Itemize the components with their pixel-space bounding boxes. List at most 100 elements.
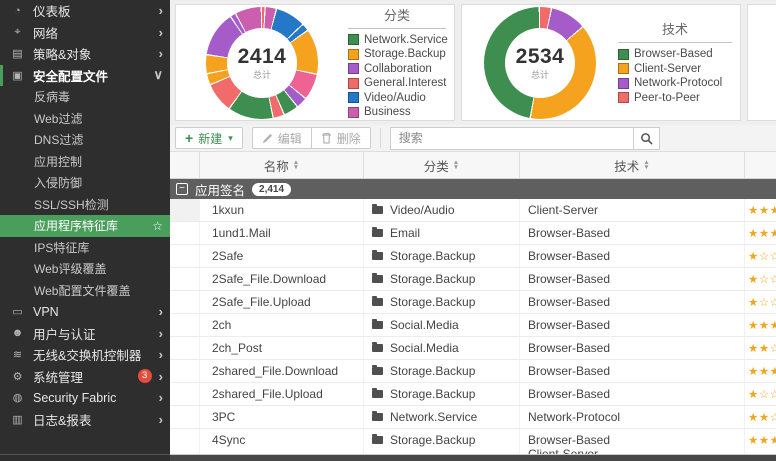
legend-swatch <box>618 92 629 103</box>
sidebar-item--[interactable]: ⌖ 网络 › <box>0 22 170 44</box>
legend-item: Browser-Based <box>618 48 732 60</box>
row-indent-cell <box>170 337 200 359</box>
notification-badge: 3 <box>138 369 152 383</box>
row-indent-cell <box>170 314 200 336</box>
category-cell: Social.Media <box>364 314 520 336</box>
sidebar-item-ssl-ssh-[interactable]: SSL/SSH检测 <box>0 194 170 216</box>
chevron-right-icon: › <box>159 25 163 40</box>
legend-item: Network.Service <box>348 34 446 46</box>
category-cell: Network.Service <box>364 406 520 428</box>
popularity-stars: ★☆☆ <box>745 268 776 290</box>
technology-chart-panel: 2534 总计 技术 Browser-Based Client-Server N… <box>461 4 741 121</box>
table-row[interactable]: 1und1.Mail Email Browser-Based ★★★ <box>170 222 776 245</box>
sidebar-item--[interactable]: ▥ 日志&报表 › <box>0 409 170 431</box>
header-category[interactable]: 分类 ▲▼ <box>364 152 520 178</box>
delete-button[interactable]: 删除 <box>311 127 371 149</box>
legend-item: General.Interest <box>348 77 446 89</box>
legend-label: Network.Service <box>364 34 448 46</box>
category-label: Storage.Backup <box>390 433 475 447</box>
folder-icon <box>372 275 383 283</box>
sidebar-item--[interactable]: 应用控制 <box>0 151 170 173</box>
sidebar-item-vpn[interactable]: ▭ VPN › <box>0 301 170 323</box>
folder-icon <box>372 206 383 214</box>
sidebar-item--[interactable]: ◔ 仪表板 › <box>0 0 170 22</box>
category-label: Network.Service <box>390 410 477 424</box>
sidebar-item-web-[interactable]: Web配置文件覆盖 <box>0 280 170 302</box>
app-name: 3PC <box>200 406 364 428</box>
table-row[interactable]: 2Safe Storage.Backup Browser-Based ★☆☆ <box>170 245 776 268</box>
search-input[interactable] <box>390 127 634 150</box>
sort-icon: ▲▼ <box>643 160 649 170</box>
technology-total-label: 总计 <box>531 68 549 81</box>
legend-label: Storage.Backup <box>364 48 446 60</box>
search-button[interactable] <box>633 127 660 150</box>
sidebar-item--[interactable]: ☻ 用户与认证 › <box>0 323 170 345</box>
app-name: 2Safe_File.Upload <box>200 291 364 313</box>
chevron-right-icon: › <box>159 369 163 384</box>
legend-swatch <box>348 49 359 60</box>
table-row[interactable]: 2ch_Post Social.Media Browser-Based ★★☆ <box>170 337 776 360</box>
popularity-stars: ★★★ <box>745 360 776 382</box>
header-technology[interactable]: 技术 ▲▼ <box>520 152 745 178</box>
sidebar-nav: ◔ 仪表板 › ⌖ 网络 › ▤ 策略&对象 › ▣ 安全配置文件 ∨ 反病毒 … <box>0 0 170 461</box>
table-row[interactable]: 2shared_File.Upload Storage.Backup Brows… <box>170 383 776 406</box>
bottom-status-bar <box>170 454 776 461</box>
header-name[interactable]: 名称 ▲▼ <box>200 152 364 178</box>
collapse-icon[interactable]: − <box>176 183 188 195</box>
edit-button[interactable]: 编辑 <box>252 127 311 149</box>
legend-label: Collaboration <box>364 63 432 75</box>
sidebar-item--[interactable]: ▣ 安全配置文件 ∨ <box>0 65 170 87</box>
legend-label: General.Interest <box>364 77 446 89</box>
legend-swatch <box>348 107 359 118</box>
sidebar-item--[interactable]: ≋ 无线&交换机控制器 › <box>0 344 170 366</box>
sidebar-item--[interactable]: 入侵防御 <box>0 172 170 194</box>
technology-cell: Browser-Based <box>520 291 745 313</box>
folder-icon <box>372 413 383 421</box>
category-total-label: 总计 <box>253 68 271 81</box>
sidebar-item--[interactable]: ⚙ 系统管理 3› <box>0 366 170 388</box>
table-row[interactable]: 2ch Social.Media Browser-Based ★★★ <box>170 314 776 337</box>
technology-total: 2534 <box>516 45 565 69</box>
sidebar-item--[interactable]: 应用程序特征库 ☆ <box>0 215 170 237</box>
sidebar-item--[interactable]: 反病毒 <box>0 86 170 108</box>
popularity-stars: ★★☆ <box>745 406 776 428</box>
sidebar-item-security-fabric[interactable]: ◍ Security Fabric › <box>0 387 170 409</box>
category-label: Storage.Backup <box>390 249 475 263</box>
table-row[interactable]: 1kxun Video/Audio Client-Server ★★★ <box>170 199 776 222</box>
legend-label: Network-Protocol <box>634 77 722 89</box>
table-row[interactable]: 3PC Network.Service Network-Protocol ★★☆ <box>170 406 776 429</box>
chevron-right-icon: › <box>159 3 163 18</box>
legend-label: Video/Audio <box>364 92 426 104</box>
table-row[interactable]: 2Safe_File.Upload Storage.Backup Browser… <box>170 291 776 314</box>
category-label: Storage.Backup <box>390 364 475 378</box>
technology-cell: Browser-Based <box>520 360 745 382</box>
technology-cell: Browser-Based <box>520 314 745 336</box>
sidebar-item-dns-[interactable]: DNS过滤 <box>0 129 170 151</box>
table-row[interactable]: 2shared_File.Download Storage.Backup Bro… <box>170 360 776 383</box>
category-donut-chart[interactable]: 2414 总计 <box>206 7 318 119</box>
legend-item: Business <box>348 106 446 118</box>
category-total: 2414 <box>238 45 287 69</box>
sidebar-item-web-[interactable]: Web评级覆盖 <box>0 258 170 280</box>
legend-swatch <box>618 49 629 60</box>
sidebar-item--[interactable]: ▤ 策略&对象 › <box>0 43 170 65</box>
popularity-stars: ★☆☆ <box>745 291 776 313</box>
dashboard-icon: ◔ <box>9 5 26 17</box>
row-indent-cell <box>170 406 200 428</box>
technology-donut-chart[interactable]: 2534 总计 <box>484 7 596 119</box>
signature-group-row[interactable]: − 应用签名 2,414 <box>170 179 776 199</box>
new-button[interactable]: + 新建 ▾ <box>175 127 243 149</box>
app-name: 1kxun <box>200 199 364 221</box>
sidebar-item-ips-[interactable]: IPS特征库 <box>0 237 170 259</box>
sidebar-item-web-[interactable]: Web过滤 <box>0 108 170 130</box>
table-row[interactable]: 2Safe_File.Download Storage.Backup Brows… <box>170 268 776 291</box>
chevron-down-icon: ▾ <box>228 133 233 144</box>
favorite-star-icon[interactable]: ☆ <box>152 219 163 233</box>
technology-cell: Network-Protocol <box>520 406 745 428</box>
toolbar: + 新建 ▾ 编辑 删除 <box>170 125 776 152</box>
folder-icon <box>372 367 383 375</box>
row-indent-cell <box>170 360 200 382</box>
category-cell: Social.Media <box>364 337 520 359</box>
chevron-down-icon: ∨ <box>153 67 163 83</box>
header-indent-cell <box>170 152 200 178</box>
